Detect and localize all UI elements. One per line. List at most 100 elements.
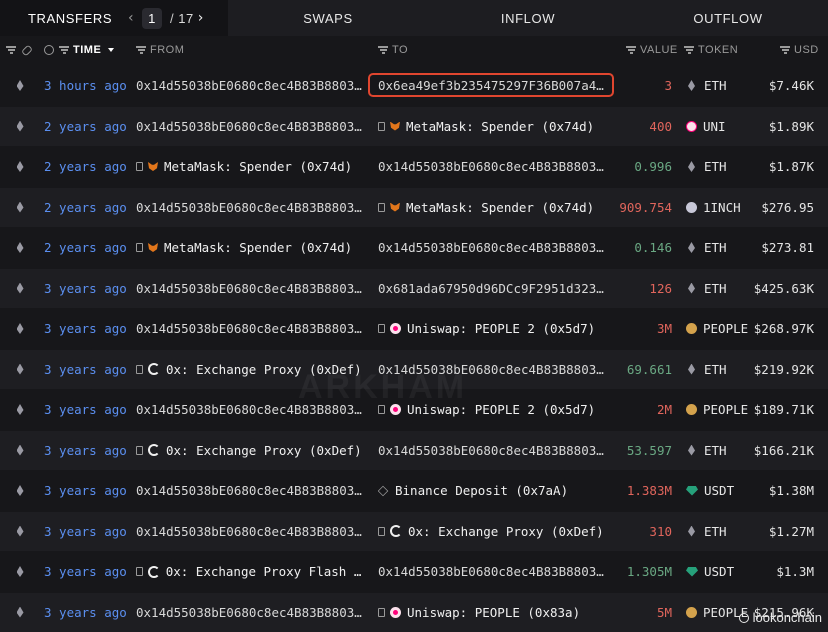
to-address[interactable]: Uniswap: PEOPLE 2 (0x5d7) — [378, 309, 608, 348]
usd-column-header[interactable]: USD — [780, 36, 819, 64]
table-row[interactable]: 3 years ago 0x14d55038bE0680c8ec4B83B8803… — [0, 471, 828, 510]
to-address[interactable]: 0x14d55038bE0680c8ec4B83B8803F… — [378, 147, 608, 186]
time-link[interactable]: 3 years ago — [44, 471, 130, 510]
from-address[interactable]: 0x: Exchange Proxy Flash W… — [136, 552, 364, 591]
value-text: 53.597 — [626, 442, 672, 458]
time-link[interactable]: 2 years ago — [44, 188, 130, 227]
to-address[interactable]: Uniswap: PEOPLE (0x83a) — [378, 593, 608, 632]
to-address[interactable]: 0x14d55038bE0680c8ec4B83B8803F… — [378, 552, 608, 591]
to-address[interactable]: 0x: Exchange Proxy (0xDef) — [378, 512, 608, 551]
pagination: ‹ 1 / 17 › — [124, 7, 208, 29]
usd-filter-icon — [780, 45, 790, 56]
tab-outflow[interactable]: OUTFLOW — [628, 0, 828, 36]
value-text: 400 — [649, 118, 672, 134]
from-address[interactable]: 0x14d55038bE0680c8ec4B83B8803F… — [136, 471, 364, 510]
table-row[interactable]: 2 years ago 0x14d55038bE0680c8ec4B83B8803… — [0, 187, 828, 227]
table-row[interactable]: 2 years ago MetaMask: Spender (0x74d) 0x14… — [0, 228, 828, 267]
value-filter-icon — [626, 45, 636, 56]
time-link[interactable]: 2 years ago — [44, 107, 130, 146]
from-address[interactable]: 0x14d55038bE0680c8ec4B83B8803F… — [136, 309, 364, 348]
from-address[interactable]: 0x14d55038bE0680c8ec4B83B8803F… — [136, 188, 364, 227]
time-link[interactable]: 3 years ago — [44, 552, 130, 591]
usd-text: $166.21K — [753, 442, 814, 458]
to-header-label: TO — [392, 44, 409, 56]
table-row[interactable]: 3 years ago 0x14d55038bE0680c8ec4B83B8803… — [0, 309, 828, 348]
people-token-icon — [686, 404, 697, 415]
binance-icon — [378, 485, 389, 496]
token-cell[interactable]: ETH — [686, 431, 756, 470]
time-link[interactable]: 2 years ago — [44, 228, 130, 267]
to-address[interactable]: Binance Deposit (0x7aA) — [378, 471, 608, 510]
table-row[interactable]: 3 years ago 0x: Exchange Proxy Flash W… 0x… — [0, 552, 828, 591]
time-link[interactable]: 3 years ago — [44, 390, 130, 429]
table-row[interactable]: 2 years ago 0x14d55038bE0680c8ec4B83B8803… — [0, 106, 828, 146]
value-cell: 69.661 — [608, 350, 672, 389]
from-address[interactable]: 0x14d55038bE0680c8ec4B83B8803F… — [136, 593, 364, 632]
table-row[interactable]: 3 years ago 0x: Exchange Proxy (0xDef) 0x1… — [0, 430, 828, 470]
token-cell[interactable]: PEOPLE — [686, 390, 756, 429]
from-address[interactable]: 0x14d55038bE0680c8ec4B83B8803F… — [136, 66, 364, 105]
from-address[interactable]: 0x: Exchange Proxy (0xDef) — [136, 431, 364, 470]
from-address[interactable]: 0x14d55038bE0680c8ec4B83B8803F… — [136, 512, 364, 551]
from-address[interactable]: 0x14d55038bE0680c8ec4B83B8803F… — [136, 107, 364, 146]
from-address[interactable]: MetaMask: Spender (0x74d) — [136, 228, 364, 267]
zerox-icon — [390, 525, 402, 537]
lookonchain-label: lookonchain — [752, 610, 822, 625]
token-cell[interactable]: ETH — [686, 350, 756, 389]
token-cell[interactable]: ETH — [686, 512, 756, 551]
to-address[interactable]: MetaMask: Spender (0x74d) — [378, 107, 608, 146]
token-text: ETH — [704, 78, 727, 93]
table-row[interactable]: 3 years ago 0x14d55038bE0680c8ec4B83B8803… — [0, 592, 828, 632]
contract-icon — [136, 445, 143, 455]
time-link[interactable]: 3 years ago — [44, 350, 130, 389]
time-link[interactable]: 3 years ago — [44, 269, 130, 308]
token-cell[interactable]: PEOPLE — [686, 309, 756, 348]
to-address[interactable]: 0x681ada67950d96DCc9F2951d3235… — [378, 269, 608, 308]
time-link[interactable]: 2 years ago — [44, 147, 130, 186]
value-text: 2M — [656, 402, 672, 417]
value-cell: 1.383M — [608, 471, 672, 510]
table-row[interactable]: 2 years ago MetaMask: Spender (0x74d) 0x14… — [0, 147, 828, 186]
tab-inflow[interactable]: INFLOW — [428, 0, 628, 36]
usd-text: $189.71K — [753, 402, 814, 417]
time-link[interactable]: 3 years ago — [44, 431, 130, 470]
token-column-header[interactable]: TOKEN — [684, 36, 738, 64]
from-column-header[interactable]: FROM — [136, 36, 184, 64]
table-row[interactable]: 3 years ago 0x14d55038bE0680c8ec4B83B8803… — [0, 268, 828, 308]
table-row[interactable]: 3 years ago 0x14d55038bE0680c8ec4B83B8803… — [0, 511, 828, 551]
time-text: 2 years ago — [44, 118, 127, 134]
prev-page-icon[interactable]: ‹ — [124, 10, 138, 26]
to-address[interactable]: 0x14d55038bE0680c8ec4B83B8803F… — [378, 431, 608, 470]
to-address[interactable]: 0x14d55038bE0680c8ec4B83B8803F… — [378, 228, 608, 267]
from-address[interactable]: MetaMask: Spender (0x74d) — [136, 147, 364, 186]
from-address[interactable]: 0x14d55038bE0680c8ec4B83B8803F… — [136, 269, 364, 308]
value-column-header[interactable]: VALUE — [626, 36, 678, 64]
token-cell[interactable]: ETH — [686, 66, 756, 105]
to-address[interactable]: MetaMask: Spender (0x74d) — [378, 188, 608, 227]
chain-filter[interactable] — [6, 36, 34, 64]
tab-transfers[interactable]: TRANSFERS ‹ 1 / 17 › — [0, 0, 228, 36]
to-column-header[interactable]: TO — [378, 36, 408, 64]
tab-bar: TRANSFERS ‹ 1 / 17 › SWAPS INFLOW OUTFLO… — [0, 0, 828, 36]
time-column-header[interactable]: TIME — [44, 36, 115, 64]
token-cell[interactable]: ETH — [686, 228, 756, 267]
usd-text: $1.87K — [768, 159, 814, 174]
token-cell[interactable]: ETH — [686, 147, 756, 186]
tab-swaps[interactable]: SWAPS — [228, 0, 428, 36]
next-page-icon[interactable]: › — [194, 10, 208, 26]
token-cell[interactable]: 1INCH — [686, 188, 756, 227]
value-text: 0.996 — [634, 159, 672, 174]
token-cell[interactable]: ETH — [686, 269, 756, 308]
time-link[interactable]: 3 years ago — [44, 512, 130, 551]
usdt-token-icon — [686, 566, 698, 577]
value-text: 69.661 — [626, 361, 672, 377]
time-link[interactable]: 3 years ago — [44, 593, 130, 632]
token-cell[interactable]: USDT — [686, 552, 756, 591]
time-link[interactable]: 3 hours ago — [44, 66, 130, 105]
token-cell[interactable]: USDT — [686, 471, 756, 510]
time-link[interactable]: 3 years ago — [44, 309, 130, 348]
token-cell[interactable]: UNI — [686, 107, 756, 146]
ethereum-chain-icon — [16, 120, 24, 132]
tab-outflow-label: OUTFLOW — [693, 10, 763, 26]
current-page[interactable]: 1 — [142, 7, 162, 29]
